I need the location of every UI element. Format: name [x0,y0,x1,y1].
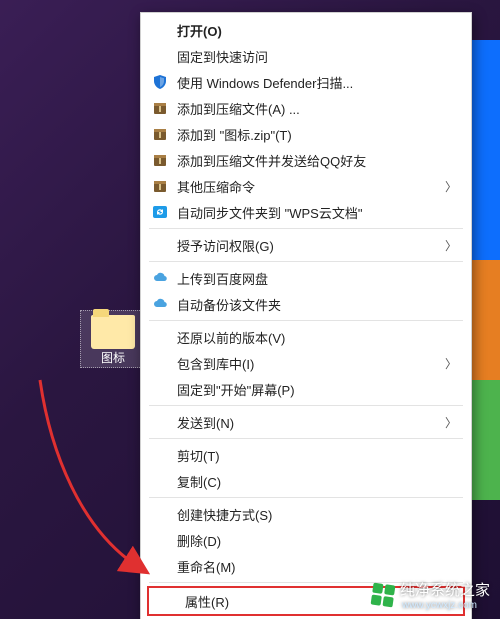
watermark-url: www.ycwxjz.com [402,600,490,611]
accent-strip-green [472,380,500,500]
menu-create-shortcut[interactable]: 创建快捷方式(S) [141,501,471,527]
menu-rename[interactable]: 重命名(M) [141,553,471,579]
cloud-icon [151,295,169,313]
menu-upload-baidu[interactable]: 上传到百度网盘 [141,265,471,291]
menu-pin-quick-access[interactable]: 固定到快速访问 [141,43,471,69]
menu-defender-scan[interactable]: 使用 Windows Defender扫描... [141,69,471,95]
desktop-folder-selected[interactable]: 图标 [80,310,146,368]
archive-icon [151,99,169,117]
menu-pin-start[interactable]: 固定到"开始"屏幕(P) [141,376,471,402]
chevron-right-icon: 〉 [445,414,457,431]
watermark: 纯净系统之家 www.ycwxjz.com [372,579,490,611]
menu-add-archive[interactable]: 添加到压缩文件(A) ... [141,95,471,121]
menu-restore-previous[interactable]: 还原以前的版本(V) [141,324,471,350]
archive-icon [151,177,169,195]
shield-icon [151,73,169,91]
menu-copy[interactable]: 复制(C) [141,468,471,494]
accent-strip-blue [472,40,500,260]
menu-wps-sync[interactable]: 自动同步文件夹到 "WPS云文档" [141,199,471,225]
folder-icon [91,315,135,349]
menu-include-library[interactable]: 包含到库中(I) 〉 [141,350,471,376]
menu-separator [149,228,463,229]
chevron-right-icon: 〉 [445,355,457,372]
menu-add-archive-qq[interactable]: 添加到压缩文件并发送给QQ好友 [141,147,471,173]
menu-grant-access[interactable]: 授予访问权限(G) 〉 [141,232,471,258]
watermark-logo-icon [371,583,396,608]
cloud-icon [151,269,169,287]
archive-icon [151,125,169,143]
menu-separator [149,405,463,406]
menu-auto-backup[interactable]: 自动备份该文件夹 [141,291,471,317]
watermark-text: 纯净系统之家 [400,579,490,600]
menu-separator [149,320,463,321]
menu-add-to-zip[interactable]: 添加到 "图标.zip"(T) [141,121,471,147]
chevron-right-icon: 〉 [445,178,457,195]
menu-cut[interactable]: 剪切(T) [141,442,471,468]
folder-label: 图标 [83,351,143,365]
menu-open[interactable]: 打开(O) [141,17,471,43]
menu-separator [149,438,463,439]
chevron-right-icon: 〉 [445,237,457,254]
menu-separator [149,261,463,262]
accent-strip-orange [472,260,500,380]
archive-icon [151,151,169,169]
sync-icon [151,203,169,221]
menu-send-to[interactable]: 发送到(N) 〉 [141,409,471,435]
desktop: 图标 打开(O) 固定到快速访问 使用 Windows Defender扫描..… [0,0,500,619]
menu-delete[interactable]: 删除(D) [141,527,471,553]
menu-separator [149,497,463,498]
context-menu: 打开(O) 固定到快速访问 使用 Windows Defender扫描... 添… [140,12,472,619]
menu-other-compress[interactable]: 其他压缩命令 〉 [141,173,471,199]
